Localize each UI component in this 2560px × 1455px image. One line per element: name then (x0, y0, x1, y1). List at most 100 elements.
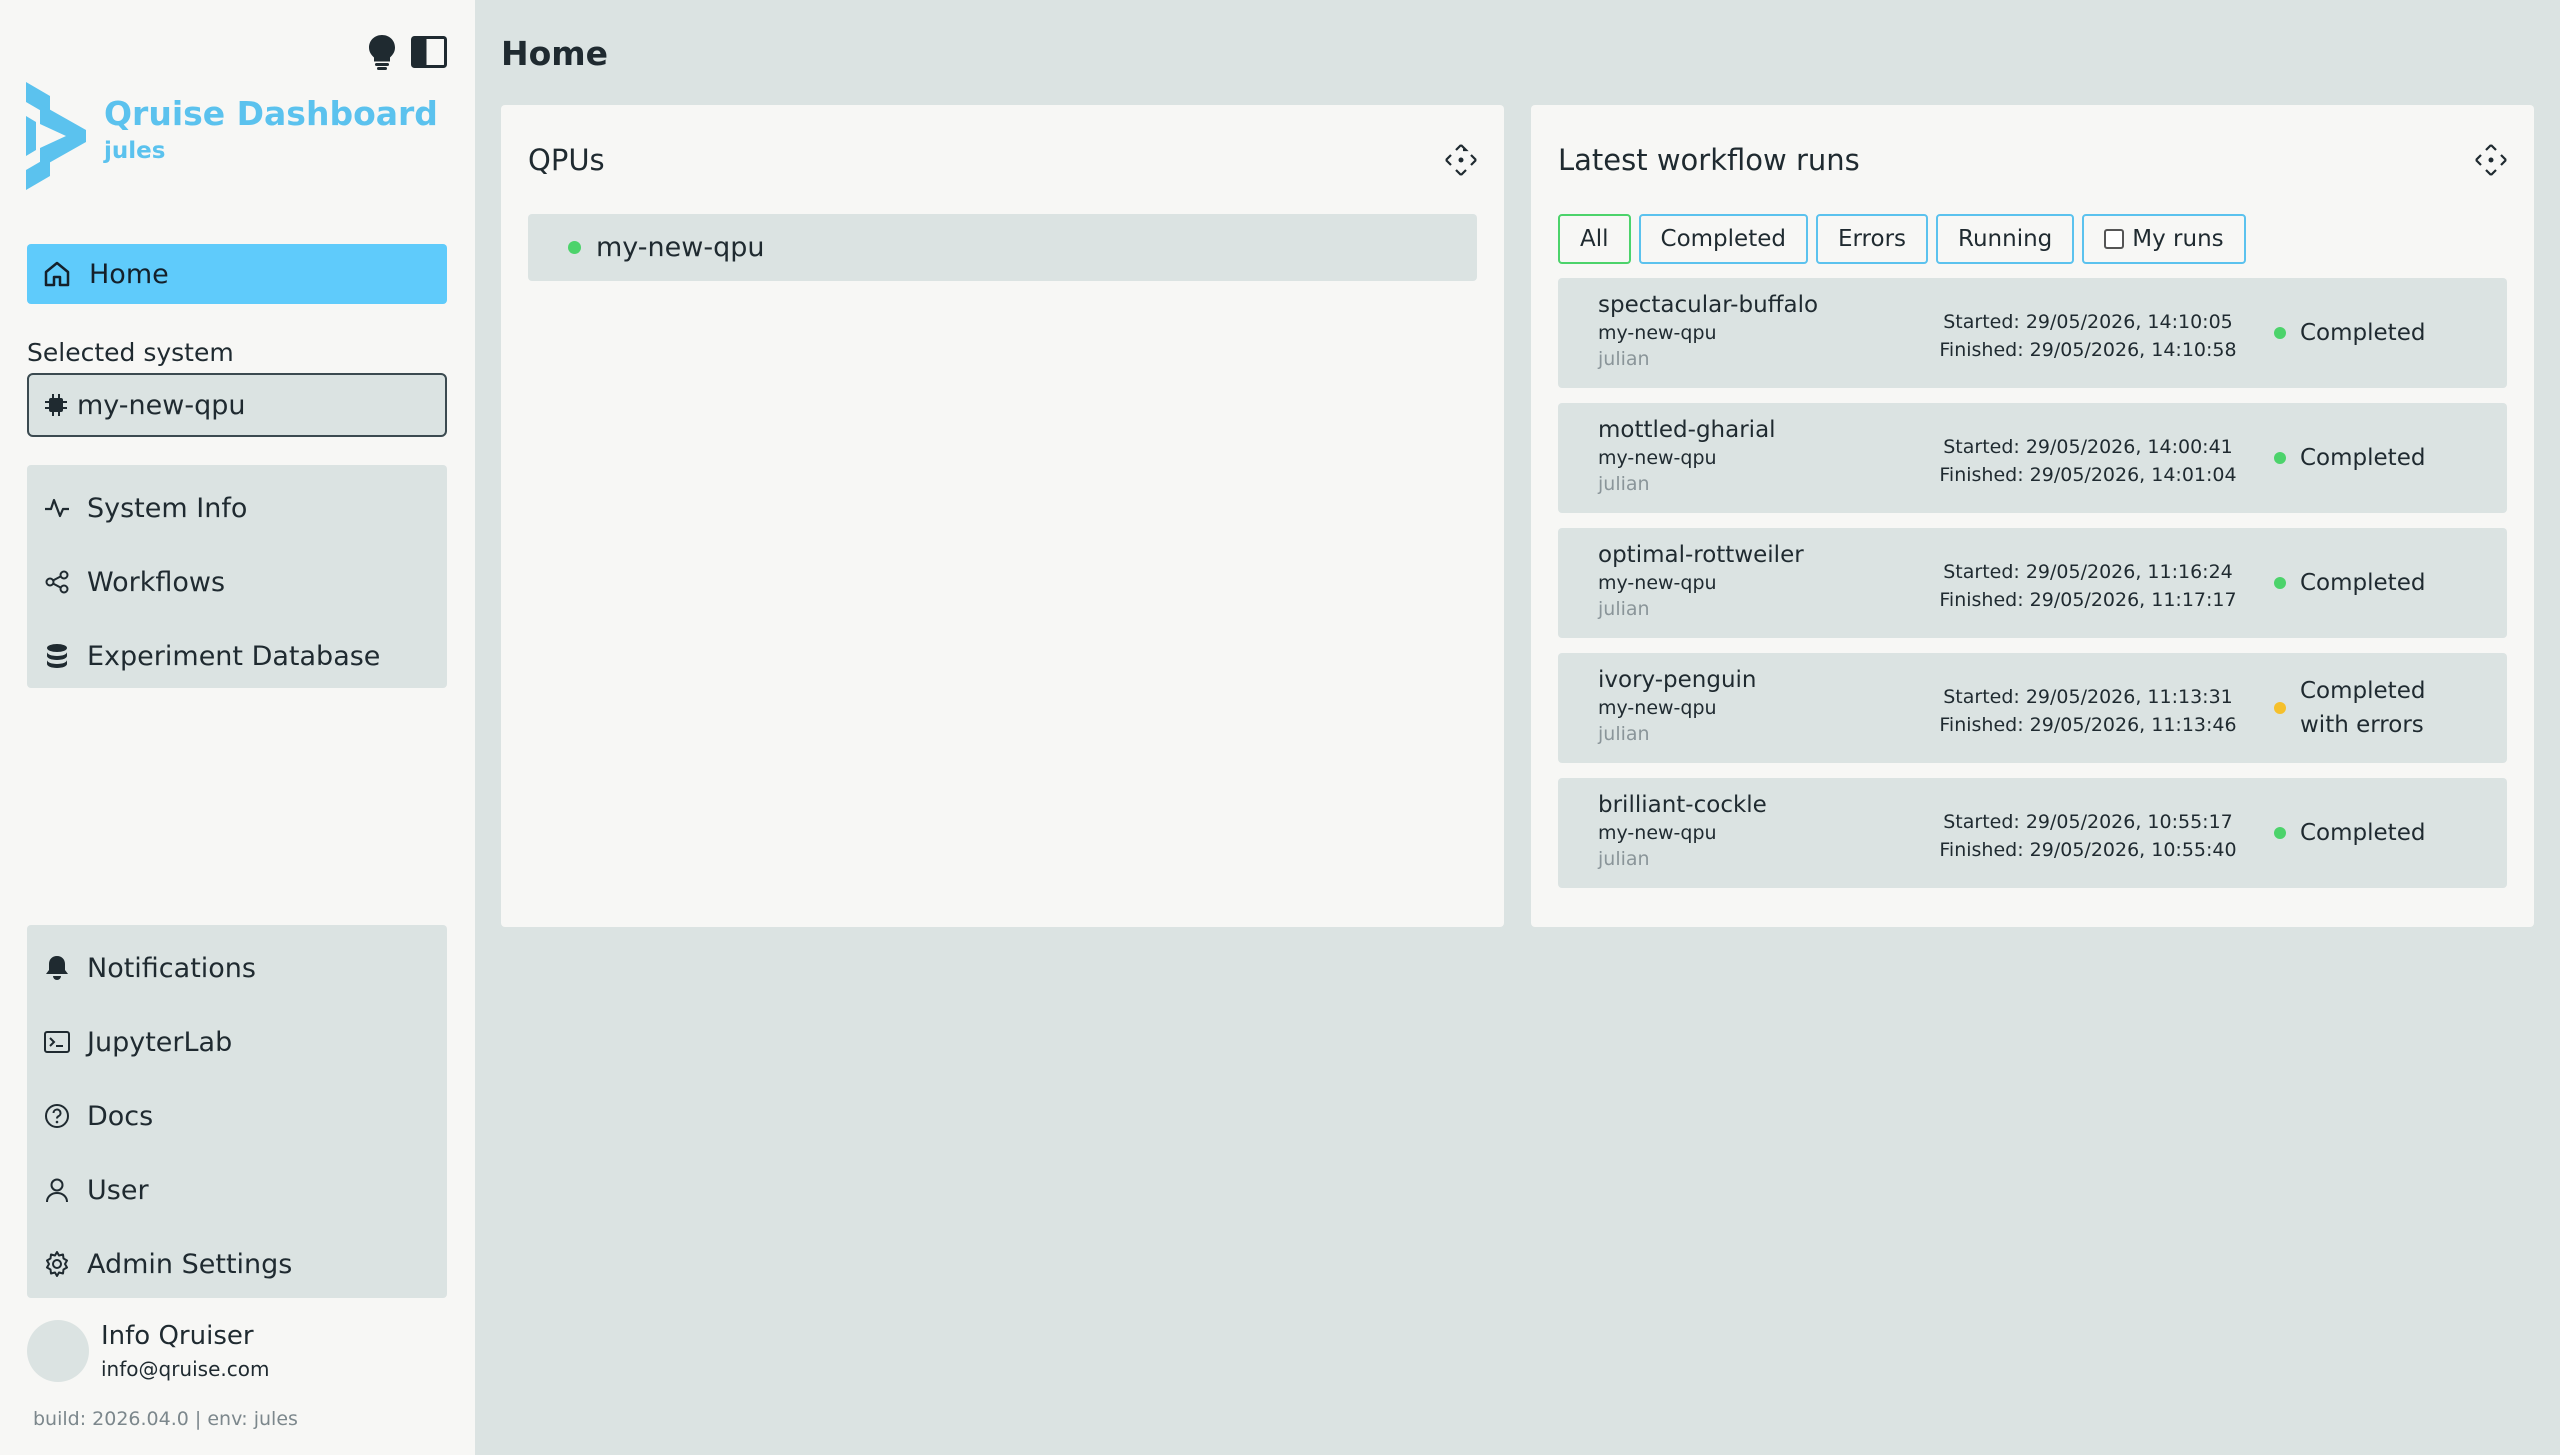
workflow-runs-card: Latest workflow runs All Completed Error… (1531, 105, 2534, 927)
filter-completed-button[interactable]: Completed (1638, 214, 1808, 264)
filter-my-runs-toggle[interactable]: My runs (2082, 214, 2246, 264)
filter-all-button[interactable]: All (1558, 214, 1631, 264)
list-item[interactable]: ivory-penguin my-new-qpu julian Started:… (1558, 653, 2507, 763)
nav-item-label: Workflows (87, 566, 226, 598)
qpus-card: QPUs my-new-qpu (501, 105, 1504, 927)
run-started: Started: 29/05/2026, 11:13:31 (1943, 686, 2233, 708)
filter-running-button[interactable]: Running (1936, 214, 2075, 264)
selected-system-label: Selected system (27, 338, 234, 367)
run-times: Started: 29/05/2026, 11:16:24 Finished: … (1928, 558, 2248, 614)
run-name: ivory-penguin (1598, 667, 1757, 693)
list-item[interactable]: spectacular-buffalo my-new-qpu julian St… (1558, 278, 2507, 388)
status-dot-icon (2274, 327, 2286, 339)
sidebar-top-icons (367, 34, 447, 70)
qpu-name: my-new-qpu (596, 232, 765, 263)
my-runs-checkbox[interactable] (2104, 229, 2125, 249)
nav-group-bottom: Notifications JupyterLab Docs User Admin… (27, 925, 447, 1298)
run-finished: Finished: 29/05/2026, 11:13:46 (1939, 714, 2237, 736)
brand[interactable]: Qruise Dashboard jules (26, 82, 438, 190)
runs-list: spectacular-buffalo my-new-qpu julian St… (1558, 278, 2507, 903)
run-name: brilliant-cockle (1598, 792, 1767, 818)
nav-item-docs[interactable]: Docs (27, 1079, 447, 1153)
nav-item-label: User (87, 1174, 149, 1206)
nav-item-label: Experiment Database (87, 640, 381, 672)
brand-title: Qruise Dashboard (104, 94, 438, 133)
sidebar-toggle-icon[interactable] (411, 36, 447, 68)
status-dot-icon (2274, 827, 2286, 839)
list-item[interactable]: mottled-gharial my-new-qpu julian Starte… (1558, 403, 2507, 513)
build-info: build: 2026.04.0 | env: jules (33, 1408, 298, 1430)
nav-item-workflows[interactable]: Workflows (27, 545, 447, 619)
run-started: Started: 29/05/2026, 10:55:17 (1943, 811, 2233, 833)
status-dot-icon (2274, 452, 2286, 464)
run-status-text: Completed (2300, 820, 2426, 846)
avatar (27, 1320, 89, 1382)
selected-system-select[interactable]: my-new-qpu (27, 373, 447, 437)
run-user: julian (1598, 598, 1650, 620)
nav-item-notifications[interactable]: Notifications (27, 931, 447, 1005)
run-qpu: my-new-qpu (1598, 822, 1717, 844)
gear-icon (46, 1251, 68, 1277)
qpu-list-item[interactable]: my-new-qpu (528, 214, 1477, 281)
run-user: julian (1598, 348, 1650, 370)
workflow-runs-card-title: Latest workflow runs (1558, 143, 1860, 177)
nav-item-label: System Info (87, 492, 248, 524)
nav-item-jupyterlab[interactable]: JupyterLab (27, 1005, 447, 1079)
nav-item-system-info[interactable]: System Info (27, 471, 447, 545)
run-finished: Finished: 29/05/2026, 10:55:40 (1939, 839, 2237, 861)
run-started: Started: 29/05/2026, 14:00:41 (1943, 436, 2233, 458)
sidebar: Qruise Dashboard jules Home Selected sys… (0, 0, 475, 1455)
nav-item-label: Admin Settings (87, 1248, 293, 1280)
run-qpu: my-new-qpu (1598, 697, 1717, 719)
my-runs-label: My runs (2132, 226, 2224, 252)
run-status: Completed (2274, 778, 2460, 888)
help-circle-icon (45, 1104, 69, 1128)
run-name: mottled-gharial (1598, 417, 1776, 443)
run-user: julian (1598, 723, 1650, 745)
run-started: Started: 29/05/2026, 14:10:05 (1943, 311, 2233, 333)
run-times: Started: 29/05/2026, 14:10:05 Finished: … (1928, 308, 2248, 364)
bell-icon (46, 956, 68, 980)
run-name: optimal-rottweiler (1598, 542, 1804, 568)
selected-system-value: my-new-qpu (77, 389, 246, 421)
terminal-icon (44, 1031, 70, 1053)
run-status-text: Completed with errors (2300, 678, 2426, 738)
user-name: Info Qruiser (101, 1321, 254, 1351)
database-icon (47, 644, 67, 668)
status-dot-icon (2274, 702, 2286, 714)
list-item[interactable]: brilliant-cockle my-new-qpu julian Start… (1558, 778, 2507, 888)
run-user: julian (1598, 473, 1650, 495)
nav-item-user[interactable]: User (27, 1153, 447, 1227)
brand-subtitle: jules (104, 138, 166, 165)
run-times: Started: 29/05/2026, 10:55:17 Finished: … (1928, 808, 2248, 864)
run-status: Completed (2274, 278, 2460, 388)
run-times: Started: 29/05/2026, 14:00:41 Finished: … (1928, 433, 2248, 489)
nav-item-label: Docs (87, 1100, 154, 1132)
nav-item-admin-settings[interactable]: Admin Settings (27, 1227, 447, 1301)
run-qpu: my-new-qpu (1598, 447, 1717, 469)
activity-icon (45, 498, 69, 518)
run-status-text: Completed (2300, 445, 2426, 471)
run-filters: All Completed Errors Running My runs (1558, 214, 2246, 264)
list-item[interactable]: optimal-rottweiler my-new-qpu julian Sta… (1558, 528, 2507, 638)
nav-item-label: Notifications (87, 952, 256, 984)
qruise-logo-icon (26, 82, 86, 190)
move-icon[interactable] (1444, 143, 1478, 181)
move-icon[interactable] (2474, 143, 2508, 181)
nav-item-label: Home (89, 258, 169, 290)
lightbulb-icon[interactable] (367, 34, 397, 70)
nav-item-experiment-database[interactable]: Experiment Database (27, 619, 447, 693)
home-icon (44, 261, 70, 287)
run-times: Started: 29/05/2026, 11:13:31 Finished: … (1928, 683, 2248, 739)
status-dot-icon (2274, 577, 2286, 589)
filter-errors-button[interactable]: Errors (1815, 214, 1929, 264)
qpus-card-title: QPUs (528, 143, 605, 177)
run-started: Started: 29/05/2026, 11:16:24 (1943, 561, 2233, 583)
nav-item-home[interactable]: Home (27, 244, 447, 304)
run-finished: Finished: 29/05/2026, 14:01:04 (1939, 464, 2237, 486)
user-email: info@qruise.com (101, 1357, 270, 1381)
run-status-text: Completed (2300, 570, 2426, 596)
run-status: Completed (2274, 403, 2460, 513)
user-profile[interactable]: Info Qruiser info@qruise.com (27, 1320, 269, 1382)
status-dot-icon (568, 241, 581, 254)
